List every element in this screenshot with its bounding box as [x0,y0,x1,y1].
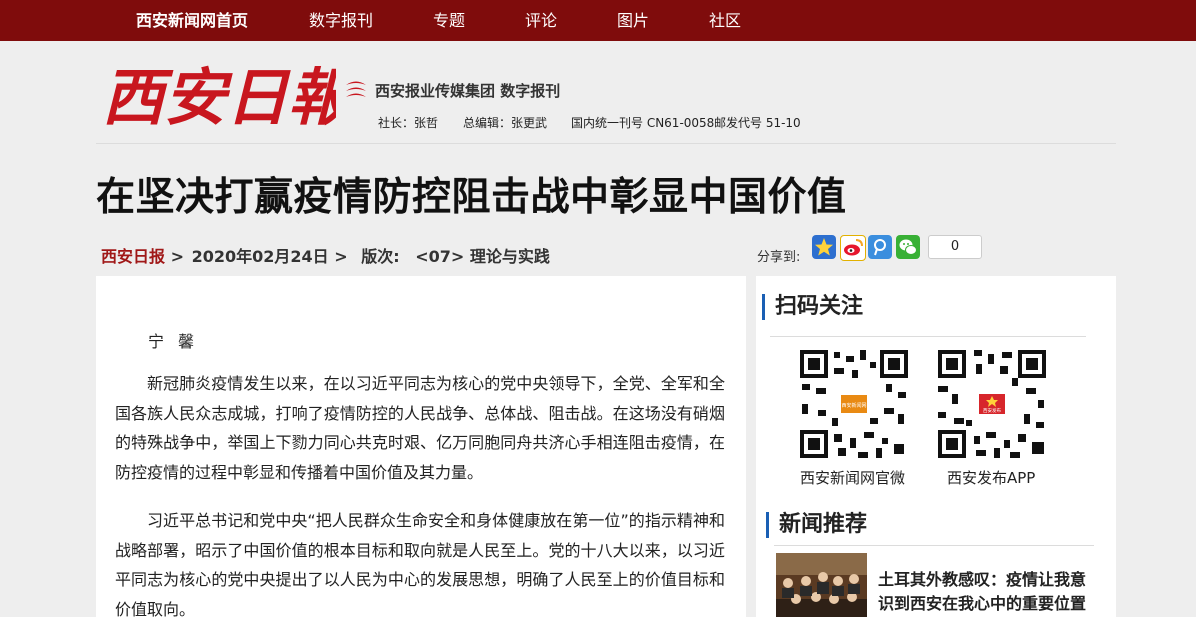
qr-label-xian-news: 西安新闻网官微 [800,469,906,487]
article-headline: 在坚决打赢疫情防控阻击战中彰显中国价值 [96,175,847,220]
nav-photos-link[interactable]: 图片 [617,0,649,41]
section-divider [774,545,1094,546]
qr-badge-text: 西安发布 [983,407,1001,414]
qr-badge-text: 西安新闻网 [841,402,866,409]
tqq-icon[interactable] [868,235,892,259]
article-paragraph: 习近平总书记和党中央“把人民群众生命安全和身体健康放在第一位”的指示精神和战略部… [115,511,725,617]
share-count: 0 [928,235,982,259]
qr-code-xian-news: 西安新闻网 [798,348,910,460]
edition-label: 版次: [361,247,400,266]
qr-code-xian-release: 西安发布 [936,348,1048,460]
breadcrumb-paper-link[interactable]: 西安日报 [101,247,165,266]
serial-info: 国内统一刊号 CN61-0058 [571,116,715,130]
qr-label-xian-release: 西安发布APP [947,469,1036,487]
article-body: 宁馨 新冠肺炎疫情发生以来，在以习近平同志为核心的党中央领导下，全党、全军和全国… [96,276,746,617]
nav-home-link[interactable]: 西安新闻网首页 [136,0,248,41]
breadcrumb-date-link[interactable]: 2020年02月24日 [192,247,329,266]
president-info: 社长：张哲 [378,116,439,130]
group-mark-icon [346,81,366,97]
postal-info: 邮发代号 51-10 [714,116,801,130]
group-title: 西安报业传媒集团 数字报刊 [375,82,561,100]
news-thumbnail[interactable] [776,553,867,617]
nav-digital-paper-link[interactable]: 数字报刊 [309,0,373,41]
article-paragraph: 新冠肺炎疫情发生以来，在以习近平同志为核心的党中央领导下，全党、全军和全国各族人… [115,374,725,482]
news-section-title: 新闻推荐 [766,512,867,538]
nav-community-link[interactable]: 社区 [709,0,741,41]
weibo-icon[interactable] [840,235,866,261]
qzone-icon[interactable] [812,235,836,259]
editor-info: 总编辑：张更武 [463,116,548,130]
wechat-icon[interactable] [896,235,920,259]
breadcrumb-separator: > [334,247,348,266]
nav-topics-link[interactable]: 专题 [433,0,465,41]
nav-comments-link[interactable]: 评论 [525,0,557,41]
logo-text: 西安日報 [102,61,336,134]
article-author: 宁馨 [148,332,209,351]
masthead: 西安日報 西安报业传媒集团 数字报刊 社长：张哲 总编辑：张更武 国内统一刊号 … [96,41,1116,144]
news-item-title[interactable]: 土耳其外教感叹：疫情让我意识到西安在我心中的重要位置 [878,568,1100,616]
section-divider [770,336,1086,337]
share-label: 分享到: [757,250,801,265]
breadcrumb-separator: > [170,247,184,266]
xian-daily-logo[interactable]: 西安日報 [98,49,336,135]
edition-link[interactable]: <07> 理论与实践 [415,247,550,266]
sidebar: 扫码关注 西安新闻网 西安新闻网官微 西安发布 西安发布APP 新闻推荐 土耳其… [756,276,1116,617]
qr-section-title: 扫码关注 [762,294,863,320]
top-nav: 西安新闻网首页 数字报刊 专题 评论 图片 社区 [0,0,1196,41]
breadcrumb: 西安日报 > 2020年02月24日 > 版次: <07> 理论与实践 [101,243,550,267]
